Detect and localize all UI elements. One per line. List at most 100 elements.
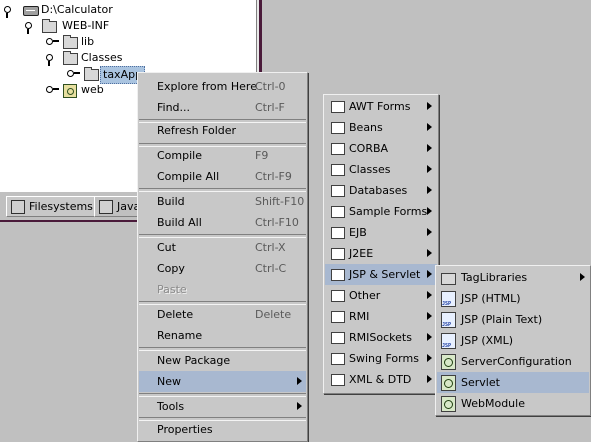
menu-shortcut: Ctrl-0 bbox=[255, 80, 286, 93]
submenu-arrow-icon bbox=[427, 354, 432, 362]
folder-icon bbox=[331, 206, 345, 218]
menu-label: New Package bbox=[157, 354, 231, 367]
expand-key-icon[interactable] bbox=[24, 18, 40, 34]
folder-icon bbox=[331, 269, 345, 281]
menu-label: TagLibraries bbox=[461, 271, 528, 284]
menu-item-properties[interactable]: Properties bbox=[139, 419, 306, 440]
submenu-item-awt-forms[interactable]: AWT Forms bbox=[325, 96, 437, 117]
menu-label: Properties bbox=[157, 423, 213, 436]
menu-label: Classes bbox=[349, 163, 391, 176]
tree-node-label: WEB-INF bbox=[62, 19, 110, 32]
expand-key-icon[interactable] bbox=[3, 2, 19, 18]
collapse-key-icon[interactable] bbox=[45, 34, 61, 50]
menu-shortcut: Delete bbox=[255, 308, 292, 321]
menu-label: Sample Forms bbox=[349, 205, 428, 218]
submenu-arrow-icon bbox=[427, 375, 432, 383]
jsp-file-icon bbox=[441, 312, 456, 336]
submenu-item-beans[interactable]: Beans bbox=[325, 117, 437, 138]
submenu-item-databases[interactable]: Databases bbox=[325, 180, 437, 201]
menu-label: ServerConfiguration bbox=[461, 355, 572, 368]
menu-item-refresh-folder[interactable]: Refresh Folder bbox=[139, 120, 306, 141]
menu-label: XML & DTD bbox=[349, 373, 412, 386]
tab-filesystems[interactable]: Filesystems bbox=[6, 196, 100, 217]
menu-shortcut: Ctrl-F9 bbox=[255, 170, 292, 183]
submenu-arrow-icon bbox=[427, 249, 432, 257]
menu-label: Explore from Here bbox=[157, 80, 257, 93]
folder-icon bbox=[331, 332, 345, 344]
submenu-arrow-icon bbox=[427, 102, 432, 110]
menu-item-cut[interactable]: Cut Ctrl-X bbox=[139, 237, 306, 258]
menu-item-paste[interactable]: Paste bbox=[139, 279, 306, 300]
menu-item-copy[interactable]: Copy Ctrl-C bbox=[139, 258, 306, 279]
template-item-jsp-xml[interactable]: JSP (XML) bbox=[437, 330, 589, 357]
menu-item-build-all[interactable]: Build All Ctrl-F10 bbox=[139, 212, 306, 233]
submenu-item-j2ee[interactable]: J2EE bbox=[325, 243, 437, 264]
submenu-item-sample-forms[interactable]: Sample Forms bbox=[325, 201, 437, 222]
template-item-server-configuration[interactable]: ServerConfiguration bbox=[437, 351, 589, 372]
menu-label: WebModule bbox=[461, 397, 525, 410]
submenu-item-corba[interactable]: CORBA bbox=[325, 138, 437, 159]
tree-node-web[interactable]: web bbox=[45, 82, 135, 98]
template-item-taglibraries[interactable]: TagLibraries bbox=[437, 267, 589, 288]
menu-item-find[interactable]: Find... Ctrl-F bbox=[139, 97, 306, 118]
menu-label: JSP & Servlet bbox=[349, 268, 421, 281]
template-item-servlet[interactable]: Servlet bbox=[437, 372, 589, 393]
submenu-arrow-icon bbox=[427, 228, 432, 236]
submenu-item-jsp-servlet[interactable]: JSP & Servlet bbox=[325, 264, 437, 285]
submenu-item-swing-forms[interactable]: Swing Forms bbox=[325, 348, 437, 369]
menu-item-delete[interactable]: Delete Delete bbox=[139, 304, 306, 325]
menu-item-explore-from-here[interactable]: Explore from Here Ctrl-0 bbox=[139, 76, 306, 97]
submenu-item-rmisockets[interactable]: RMISockets bbox=[325, 327, 437, 348]
menu-label: EJB bbox=[349, 226, 367, 239]
template-item-jsp-plain-text[interactable]: JSP (Plain Text) bbox=[437, 309, 589, 336]
submenu-arrow-icon bbox=[427, 270, 432, 278]
menu-label: Compile All bbox=[157, 170, 220, 183]
menu-label: AWT Forms bbox=[349, 100, 411, 113]
menu-item-compile-all[interactable]: Compile All Ctrl-F9 bbox=[139, 166, 306, 187]
menu-label: Paste bbox=[157, 283, 187, 296]
tree-node-label: Classes bbox=[81, 51, 123, 64]
folder-icon bbox=[331, 101, 345, 113]
jsp-servlet-submenu: TagLibraries JSP (HTML) JSP (Plain Text)… bbox=[435, 265, 591, 416]
submenu-arrow-icon bbox=[427, 291, 432, 299]
collapse-key-icon[interactable] bbox=[66, 66, 82, 82]
menu-label: Build All bbox=[157, 216, 202, 229]
folder-icon bbox=[331, 248, 345, 260]
tree-node-web-inf[interactable]: WEB-INF bbox=[24, 18, 144, 34]
folder-icon bbox=[331, 311, 345, 323]
submenu-item-other[interactable]: Other bbox=[325, 285, 437, 306]
tree-node-lib[interactable]: lib bbox=[45, 34, 125, 50]
submenu-item-ejb[interactable]: EJB bbox=[325, 222, 437, 243]
tree-node-calculator[interactable]: D:\Calculator bbox=[3, 2, 123, 18]
tree-node-classes[interactable]: Classes bbox=[45, 50, 135, 66]
submenu-item-rmi[interactable]: RMI bbox=[325, 306, 437, 327]
submenu-item-xml-dtd[interactable]: XML & DTD bbox=[325, 369, 437, 390]
menu-item-new-package[interactable]: New Package bbox=[139, 350, 306, 371]
folder-icon bbox=[441, 273, 456, 285]
menu-item-rename[interactable]: Rename bbox=[139, 325, 306, 346]
menu-label: Beans bbox=[349, 121, 383, 134]
menu-item-tools[interactable]: Tools bbox=[139, 396, 306, 417]
folder-icon bbox=[63, 51, 78, 65]
menu-item-compile[interactable]: Compile F9 bbox=[139, 145, 306, 166]
template-item-jsp-html[interactable]: JSP (HTML) bbox=[437, 288, 589, 315]
menu-item-build[interactable]: Build Shift-F10 bbox=[139, 191, 306, 212]
menu-label: J2EE bbox=[349, 247, 374, 260]
menu-label: RMI bbox=[349, 310, 370, 323]
folder-icon bbox=[331, 374, 345, 386]
menu-shortcut: Ctrl-F bbox=[255, 101, 285, 114]
menu-label: Swing Forms bbox=[349, 352, 419, 365]
menu-label: JSP (HTML) bbox=[461, 292, 521, 305]
submenu-item-classes[interactable]: Classes bbox=[325, 159, 437, 180]
menu-item-new[interactable]: New bbox=[139, 371, 306, 392]
new-submenu: AWT Forms Beans CORBA Classes Databases … bbox=[323, 94, 439, 394]
expand-key-icon[interactable] bbox=[45, 50, 61, 66]
folder-icon bbox=[331, 227, 345, 239]
folder-icon bbox=[331, 164, 345, 176]
collapse-key-icon[interactable] bbox=[45, 82, 61, 98]
menu-label: Find... bbox=[157, 101, 191, 114]
menu-shortcut: Shift-F10 bbox=[255, 195, 305, 208]
web-module-icon bbox=[441, 396, 456, 412]
template-item-webmodule[interactable]: WebModule bbox=[437, 393, 589, 414]
menu-label: Other bbox=[349, 289, 381, 302]
